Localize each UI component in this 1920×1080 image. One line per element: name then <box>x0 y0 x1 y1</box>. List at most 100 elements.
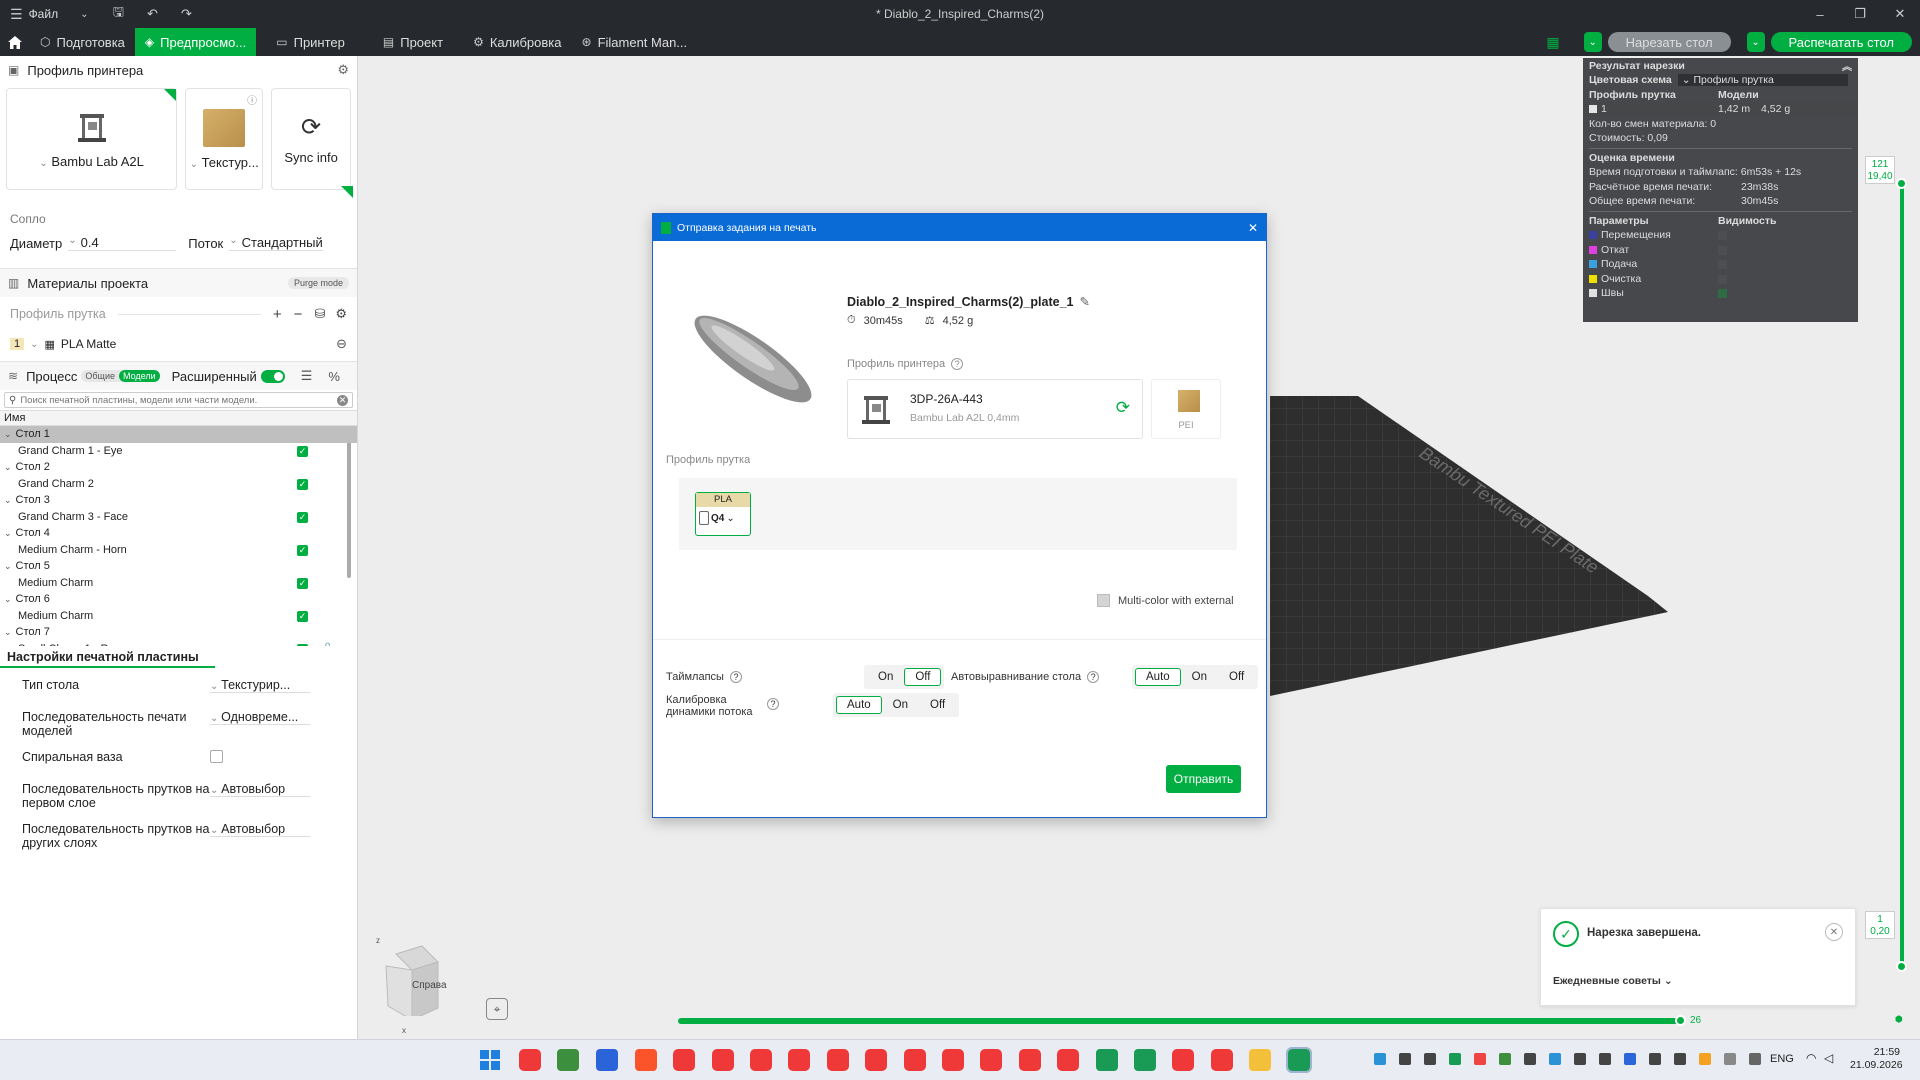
clear-search-icon[interactable]: ✕ <box>337 394 348 406</box>
app-icon[interactable] <box>557 1049 579 1071</box>
chevron-down-icon[interactable]: ⌄ <box>4 528 12 539</box>
help-icon[interactable]: ? <box>729 671 742 683</box>
chevron-down-icon[interactable]: ⌄ <box>4 594 12 605</box>
file-menu[interactable]: Файл <box>29 7 59 21</box>
tray-icon[interactable] <box>1499 1053 1511 1065</box>
visibility-checkbox[interactable]: ✓ <box>297 511 308 523</box>
flow-select[interactable]: ⌄ Стандартный <box>229 235 323 251</box>
filament-settings-icon[interactable]: ⚙ <box>335 306 347 322</box>
vertical-slider-bottom-handle[interactable] <box>1896 961 1907 972</box>
plate-setting-select[interactable]: ⌄ Автовыбор <box>210 822 310 837</box>
vivaldi-icon[interactable] <box>1019 1049 1041 1071</box>
close-window-icon[interactable]: ✕ <box>1880 0 1920 28</box>
advanced-toggle[interactable] <box>260 369 285 383</box>
autolevel-on[interactable]: On <box>1181 668 1218 686</box>
tray-icon[interactable] <box>1424 1053 1436 1065</box>
close-notification-icon[interactable]: ✕ <box>1825 923 1843 941</box>
tab-project[interactable]: ▤ Проект <box>373 28 453 56</box>
tree-plate-row[interactable]: ⌄ Стол 7 <box>0 624 357 641</box>
vertical-layer-slider[interactable] <box>1900 182 1904 968</box>
collapse-icon[interactable]: ︽ <box>1842 58 1852 73</box>
tree-plate-row[interactable]: ⌄ Стол 6 <box>0 591 357 608</box>
timelapse-toggle[interactable]: On Off <box>864 665 945 689</box>
refresh-icon[interactable]: ⟳ <box>1116 398 1130 418</box>
horizontal-slider-handle[interactable] <box>1675 1015 1686 1026</box>
tree-model-row[interactable]: Grand Charm 2 ✓ <box>0 476 357 493</box>
vivaldi-icon[interactable] <box>1172 1049 1194 1071</box>
file-explorer-icon[interactable] <box>1249 1049 1271 1071</box>
tray-icon[interactable] <box>1699 1053 1711 1065</box>
visibility-toggle[interactable] <box>1718 245 1727 255</box>
visibility-toggle[interactable] <box>1718 274 1727 284</box>
percent-icon[interactable]: % <box>328 369 340 384</box>
tray-icon[interactable] <box>1524 1053 1536 1065</box>
color-scheme-select[interactable]: ⌄ Профиль прутка <box>1677 74 1848 87</box>
autolevel-off[interactable]: Off <box>1218 668 1255 686</box>
tree-plate-row[interactable]: ⌄ Стол 3 <box>0 492 357 509</box>
slice-dropdown-chevron-icon[interactable]: ⌄ <box>1583 32 1602 52</box>
purge-mode-button[interactable]: Purge mode <box>287 277 349 289</box>
filament-slot[interactable]: PLA Q4 ⌄ <box>695 492 751 536</box>
plate-type-card[interactable]: ⓘ ⌄ Текстур... <box>185 88 264 190</box>
chevron-down-icon[interactable]: ⌄ <box>4 429 12 440</box>
visibility-checkbox[interactable]: ✓ <box>297 643 308 646</box>
save-icon[interactable]: 🖫 <box>106 4 130 24</box>
vivaldi-icon[interactable] <box>673 1049 695 1071</box>
vivaldi-icon[interactable] <box>980 1049 1002 1071</box>
bambu-studio-icon[interactable] <box>1286 1047 1312 1073</box>
chevron-down-icon[interactable]: ⌄ <box>4 561 12 572</box>
vivaldi-icon[interactable] <box>942 1049 964 1071</box>
tab-calibration[interactable]: ⚙ Калибровка <box>463 28 571 56</box>
visibility-checkbox[interactable]: ✓ <box>297 445 308 457</box>
volume-icon[interactable]: ◁ <box>1824 1051 1833 1065</box>
settings-icon[interactable]: ⚙ <box>337 62 349 78</box>
printer-card[interactable]: ⌄ Bambu Lab A2L <box>6 88 178 190</box>
lock-icon[interactable]: 🔒 <box>322 642 333 647</box>
search-input[interactable] <box>20 394 333 406</box>
vivaldi-icon[interactable] <box>1057 1049 1079 1071</box>
tree-plate-row[interactable]: ⌄ Стол 1 <box>0 426 357 443</box>
visibility-toggle[interactable] <box>1718 231 1727 240</box>
autolevel-toggle[interactable]: Auto On Off <box>1132 665 1259 689</box>
bambu-studio-icon[interactable] <box>1096 1049 1118 1071</box>
tree-model-row[interactable]: Medium Charm ✓ <box>0 608 357 625</box>
visibility-checkbox[interactable]: ✓ <box>297 610 308 622</box>
printer-select[interactable]: 3DP-26A-443 Bambu Lab A2L 0,4mm ⟳ <box>847 379 1143 439</box>
clock[interactable]: 21:59 21.09.2026 <box>1850 1046 1903 1072</box>
view-cube[interactable]: z Справа x <box>376 936 447 1035</box>
send-button[interactable]: Отправить <box>1166 765 1241 793</box>
windows-start-icon[interactable] <box>480 1050 500 1070</box>
close-dialog-icon[interactable]: ✕ <box>1248 221 1258 235</box>
tray-icon[interactable] <box>1474 1053 1486 1065</box>
plate-setting-select[interactable]: ⌄ Одновреме... <box>210 710 310 725</box>
wifi-icon[interactable]: ◠ <box>1806 1051 1816 1065</box>
visibility-toggle[interactable] <box>1718 260 1727 269</box>
chevron-down-icon[interactable]: ⌄ <box>4 462 12 473</box>
hamburger-icon[interactable]: ☰ <box>10 6 23 23</box>
tray-icon[interactable] <box>1449 1053 1461 1065</box>
flow-auto[interactable]: Auto <box>836 696 882 714</box>
visibility-checkbox[interactable]: ✓ <box>297 577 308 589</box>
slice-plate-button[interactable]: Нарезать стол <box>1607 32 1731 52</box>
tray-icon[interactable] <box>1599 1053 1611 1065</box>
tree-model-row[interactable]: Medium Charm ✓ <box>0 575 357 592</box>
tray-icon[interactable] <box>1399 1053 1411 1065</box>
tree-model-row[interactable]: Medium Charm - Horn ✓ <box>0 542 357 559</box>
tray-icon[interactable] <box>1674 1053 1686 1065</box>
process-mode-toggle[interactable]: Общие Модели <box>81 370 160 382</box>
vivaldi-icon[interactable] <box>750 1049 772 1071</box>
tray-icon[interactable] <box>1574 1053 1586 1065</box>
tray-icon[interactable] <box>1724 1053 1736 1065</box>
maximize-icon[interactable]: ❐ <box>1840 0 1880 28</box>
tray-icon[interactable] <box>1549 1053 1561 1065</box>
language-indicator[interactable]: ENG <box>1770 1053 1794 1065</box>
process-tab-common[interactable]: Общие <box>81 370 119 382</box>
notepad-icon[interactable] <box>596 1049 618 1071</box>
more-icon[interactable]: ⊖ <box>336 336 347 352</box>
tree-plate-row[interactable]: ⌄ Стол 2 <box>0 459 357 476</box>
bambu-studio-icon[interactable] <box>1134 1049 1156 1071</box>
tree-plate-row[interactable]: ⌄ Стол 5 <box>0 558 357 575</box>
help-icon[interactable]: ? <box>951 358 964 370</box>
tray-icon[interactable] <box>1624 1053 1636 1065</box>
multicolor-checkbox[interactable] <box>1097 594 1110 607</box>
